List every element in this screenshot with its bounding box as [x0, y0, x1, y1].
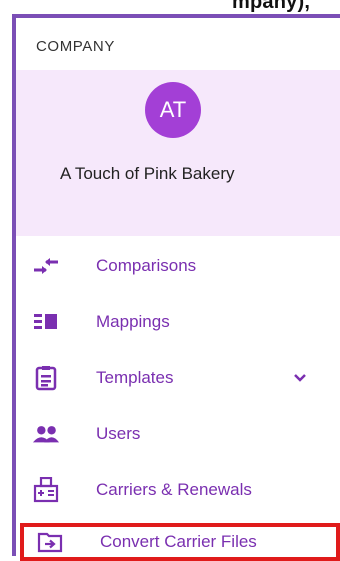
header-fragment: mpany), — [0, 0, 340, 14]
company-card[interactable]: AT A Touch of Pink Bakery — [16, 70, 340, 236]
sidebar-item-convert-carrier-files[interactable]: Convert Carrier Files — [20, 523, 340, 561]
sidebar: COMPANY AT A Touch of Pink Bakery Compar… — [12, 14, 340, 561]
section-label: COMPANY — [36, 38, 115, 55]
sidebar-item-label: Mappings — [96, 312, 170, 331]
company-name: A Touch of Pink Bakery — [60, 164, 235, 183]
carrier-calculator-icon — [32, 476, 60, 504]
sidebar-item-label: Comparisons — [96, 256, 197, 275]
sidebar-item-comparisons[interactable]: Comparisons — [16, 242, 340, 290]
sidebar-item-mappings[interactable]: Mappings — [16, 298, 340, 346]
sidebar-item-label: Templates — [96, 368, 174, 387]
sidebar-item-templates[interactable]: Templates — [16, 354, 340, 402]
mappings-icon — [32, 308, 60, 336]
clipboard-list-icon — [32, 364, 60, 392]
users-icon — [32, 420, 60, 448]
avatar: AT — [145, 82, 201, 138]
sidebar-item-carriers-renewals[interactable]: Carriers & Renewals — [16, 466, 340, 514]
sidebar-item-label: Users — [96, 424, 141, 443]
chevron-down-icon[interactable] — [293, 371, 307, 385]
folder-arrow-icon — [36, 528, 64, 556]
sidebar-item-label: Convert Carrier Files — [100, 532, 257, 551]
header-fragment-text: mpany), — [232, 0, 311, 13]
compare-arrows-icon — [32, 252, 60, 280]
sidebar-item-label: Carriers & Renewals — [96, 480, 252, 499]
sidebar-item-users[interactable]: Users — [16, 410, 340, 458]
